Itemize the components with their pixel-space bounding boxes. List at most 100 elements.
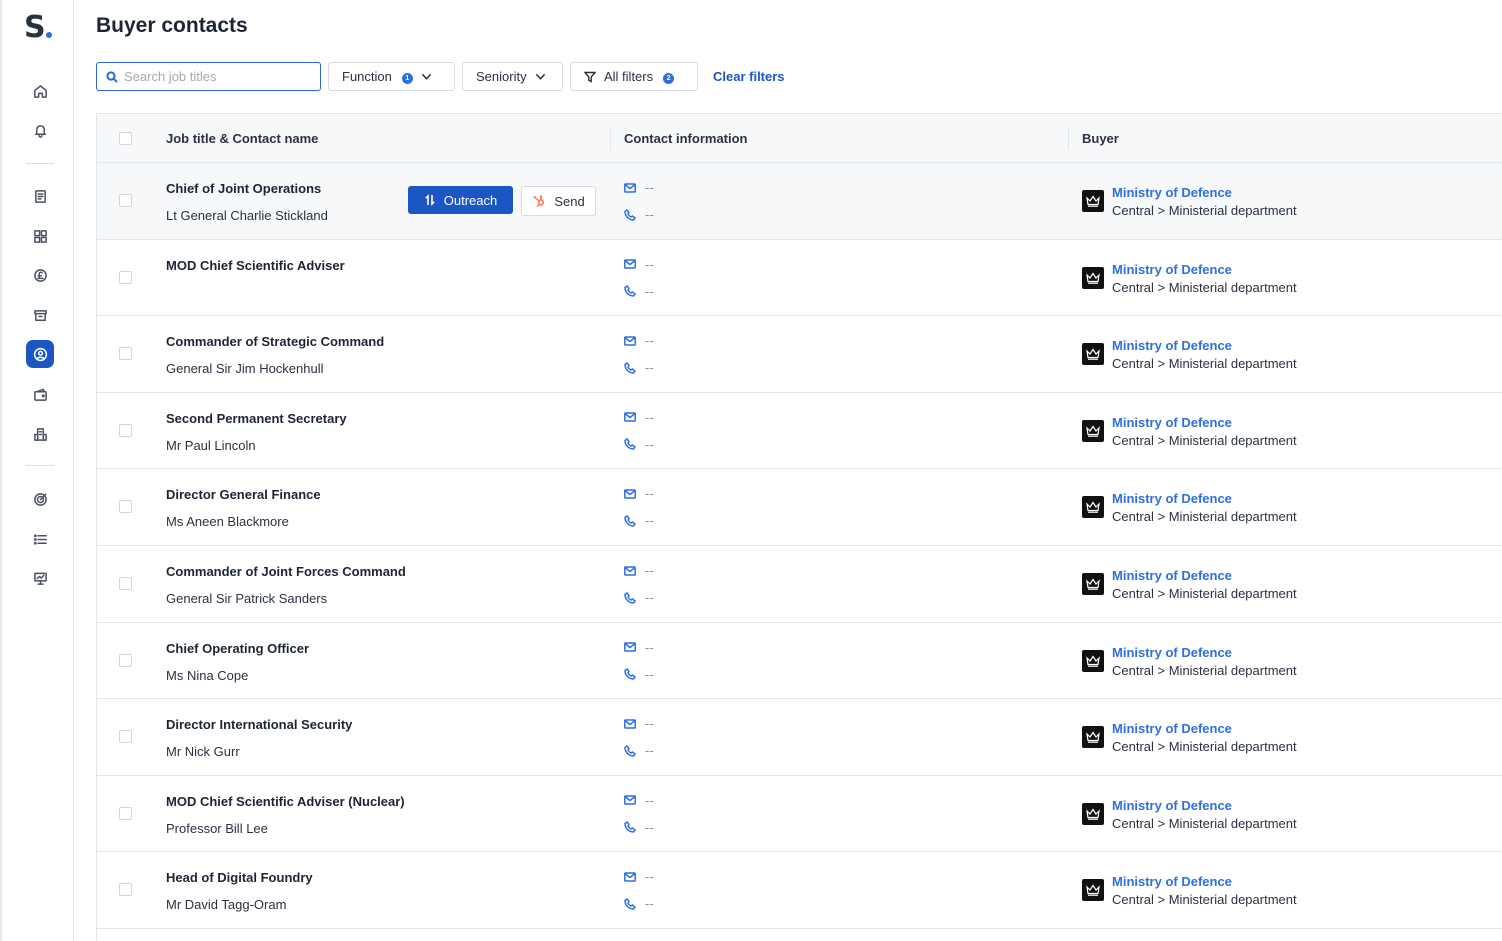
buyer-link[interactable]: Ministry of Defence: [1112, 721, 1232, 736]
app-logo[interactable]: S: [24, 10, 46, 45]
buyer-link[interactable]: Ministry of Defence: [1112, 568, 1232, 583]
search-input[interactable]: [124, 69, 304, 84]
phone-cell[interactable]: --: [624, 590, 654, 605]
buyer-type: Central > Ministerial department: [1112, 739, 1297, 755]
nav-pound-button[interactable]: [26, 261, 54, 289]
buyer-link[interactable]: Ministry of Defence: [1112, 415, 1232, 430]
email-value: --: [645, 792, 654, 808]
phone-icon: [624, 744, 636, 757]
row-checkbox[interactable]: [119, 347, 132, 361]
buyer-link[interactable]: Ministry of Defence: [1112, 874, 1232, 889]
header-job-title[interactable]: Job title & Contact name: [166, 131, 318, 146]
buyer-link[interactable]: Ministry of Defence: [1112, 645, 1232, 660]
phone-icon: [624, 514, 636, 527]
phone-cell[interactable]: --: [624, 667, 654, 682]
outreach-button-label: Outreach: [443, 192, 498, 208]
phone-cell[interactable]: --: [624, 896, 654, 911]
email-cell[interactable]: --: [624, 410, 654, 425]
phone-cell[interactable]: --: [624, 437, 654, 452]
phone-cell[interactable]: --: [624, 513, 654, 528]
email-cell[interactable]: --: [624, 869, 654, 884]
buyer-link[interactable]: Ministry of Defence: [1112, 338, 1232, 353]
email-value: --: [645, 256, 654, 272]
email-cell[interactable]: --: [624, 180, 654, 195]
table-row[interactable]: Director International Security Mr Nick G…: [97, 699, 1502, 776]
document-icon: [34, 189, 46, 203]
select-all-checkbox[interactable]: [119, 132, 132, 145]
outreach-button[interactable]: Outreach: [408, 186, 513, 214]
nav-target-button[interactable]: [26, 485, 54, 513]
header-contact-information[interactable]: Contact information: [624, 131, 748, 146]
function-filter-button[interactable]: Function 1: [328, 62, 455, 91]
email-cell[interactable]: --: [624, 563, 654, 578]
table-row[interactable]: MOD Chief Scientific Adviser (Nuclear) Pr…: [97, 775, 1502, 853]
nav-document-button[interactable]: [26, 182, 54, 210]
logo-dot: [46, 32, 52, 38]
buyer-link[interactable]: Ministry of Defence: [1112, 262, 1232, 277]
phone-cell[interactable]: --: [624, 820, 654, 835]
table-row[interactable]: Head of Digital Foundry Mr David Tagg-Ora…: [97, 852, 1502, 929]
phone-cell[interactable]: --: [624, 207, 654, 222]
row-checkbox[interactable]: [119, 653, 132, 667]
mail-icon: [624, 259, 636, 269]
buyer-type: Central > Ministerial department: [1112, 432, 1297, 448]
email-cell[interactable]: --: [624, 333, 654, 348]
nav-user-circle-button[interactable]: [26, 340, 54, 368]
seniority-filter-button[interactable]: Seniority: [462, 62, 563, 91]
table-row[interactable]: Chief Operating Officer Ms Nina Cope -- -- M…: [97, 622, 1502, 700]
royal-crest-icon: [1082, 190, 1104, 212]
email-cell[interactable]: --: [624, 486, 654, 501]
nav-archive-button[interactable]: [26, 301, 54, 329]
row-checkbox[interactable]: [119, 883, 132, 897]
email-cell[interactable]: --: [624, 257, 654, 272]
row-checkbox[interactable]: [119, 194, 132, 207]
table-row[interactable]: Chief of Joint Operations Lt General Char…: [97, 163, 1502, 240]
nav-list-button[interactable]: [26, 525, 54, 553]
table-row[interactable]: MOD Chief Scientific Adviser -- -- Ministry…: [97, 239, 1502, 317]
contact-name: Mr Nick Gurr: [166, 744, 240, 760]
row-checkbox[interactable]: [119, 423, 132, 437]
row-checkbox[interactable]: [119, 806, 132, 820]
nav-bell-button[interactable]: [26, 116, 54, 144]
nav-grid-button[interactable]: [26, 222, 54, 250]
header-buyer[interactable]: Buyer: [1082, 131, 1119, 146]
wallet-icon: [33, 388, 47, 401]
nav-home-button[interactable]: [26, 77, 54, 105]
nav-wallet-button[interactable]: [26, 380, 54, 408]
email-cell[interactable]: --: [624, 716, 654, 731]
buyer-type: Central > Ministerial department: [1112, 586, 1297, 601]
email-cell[interactable]: --: [624, 793, 654, 808]
contact-name: Ms Aneen Blackmore: [166, 514, 289, 530]
buyer-link[interactable]: Ministry of Defence: [1112, 491, 1232, 506]
bell-icon: [34, 124, 46, 138]
royal-crest-icon: [1082, 343, 1104, 366]
job-title: Commander of Joint Forces Command: [166, 564, 406, 579]
row-checkbox[interactable]: [119, 730, 132, 744]
email-cell[interactable]: --: [624, 640, 654, 655]
buyer-link[interactable]: Ministry of Defence: [1112, 185, 1232, 200]
phone-cell[interactable]: --: [624, 360, 654, 375]
nav-presentation-button[interactable]: [26, 564, 54, 592]
all-filters-button[interactable]: All filters 2: [570, 62, 698, 91]
phone-icon: [624, 668, 636, 680]
table-row[interactable]: Commander of Joint Forces Command General…: [97, 546, 1502, 623]
row-checkbox[interactable]: [119, 577, 132, 590]
mail-icon: [624, 335, 636, 346]
column-divider: [610, 128, 611, 150]
phone-cell[interactable]: --: [624, 284, 654, 299]
row-checkbox[interactable]: [119, 500, 132, 514]
buyer-type: Central > Ministerial department: [1112, 892, 1297, 908]
search-box[interactable]: [96, 62, 321, 91]
nav-building-button[interactable]: [26, 420, 54, 448]
grid-icon: [33, 229, 47, 243]
buyer-link[interactable]: Ministry of Defence: [1112, 798, 1232, 813]
table-row[interactable]: Second Permanent Secretary Mr Paul Lincol…: [97, 392, 1502, 470]
phone-cell[interactable]: --: [624, 743, 654, 758]
send-to-hubspot-button[interactable]: Send: [521, 186, 596, 216]
table-row[interactable]: Director General Finance Ms Aneen Blackmo…: [97, 469, 1502, 546]
sidebar: S: [0, 0, 74, 941]
table-row[interactable]: Commander of Strategic Command General Si…: [97, 316, 1502, 393]
clear-filters-link[interactable]: Clear filters: [713, 69, 785, 84]
row-checkbox[interactable]: [119, 270, 132, 284]
contact-name: General Sir Patrick Sanders: [166, 591, 328, 606]
